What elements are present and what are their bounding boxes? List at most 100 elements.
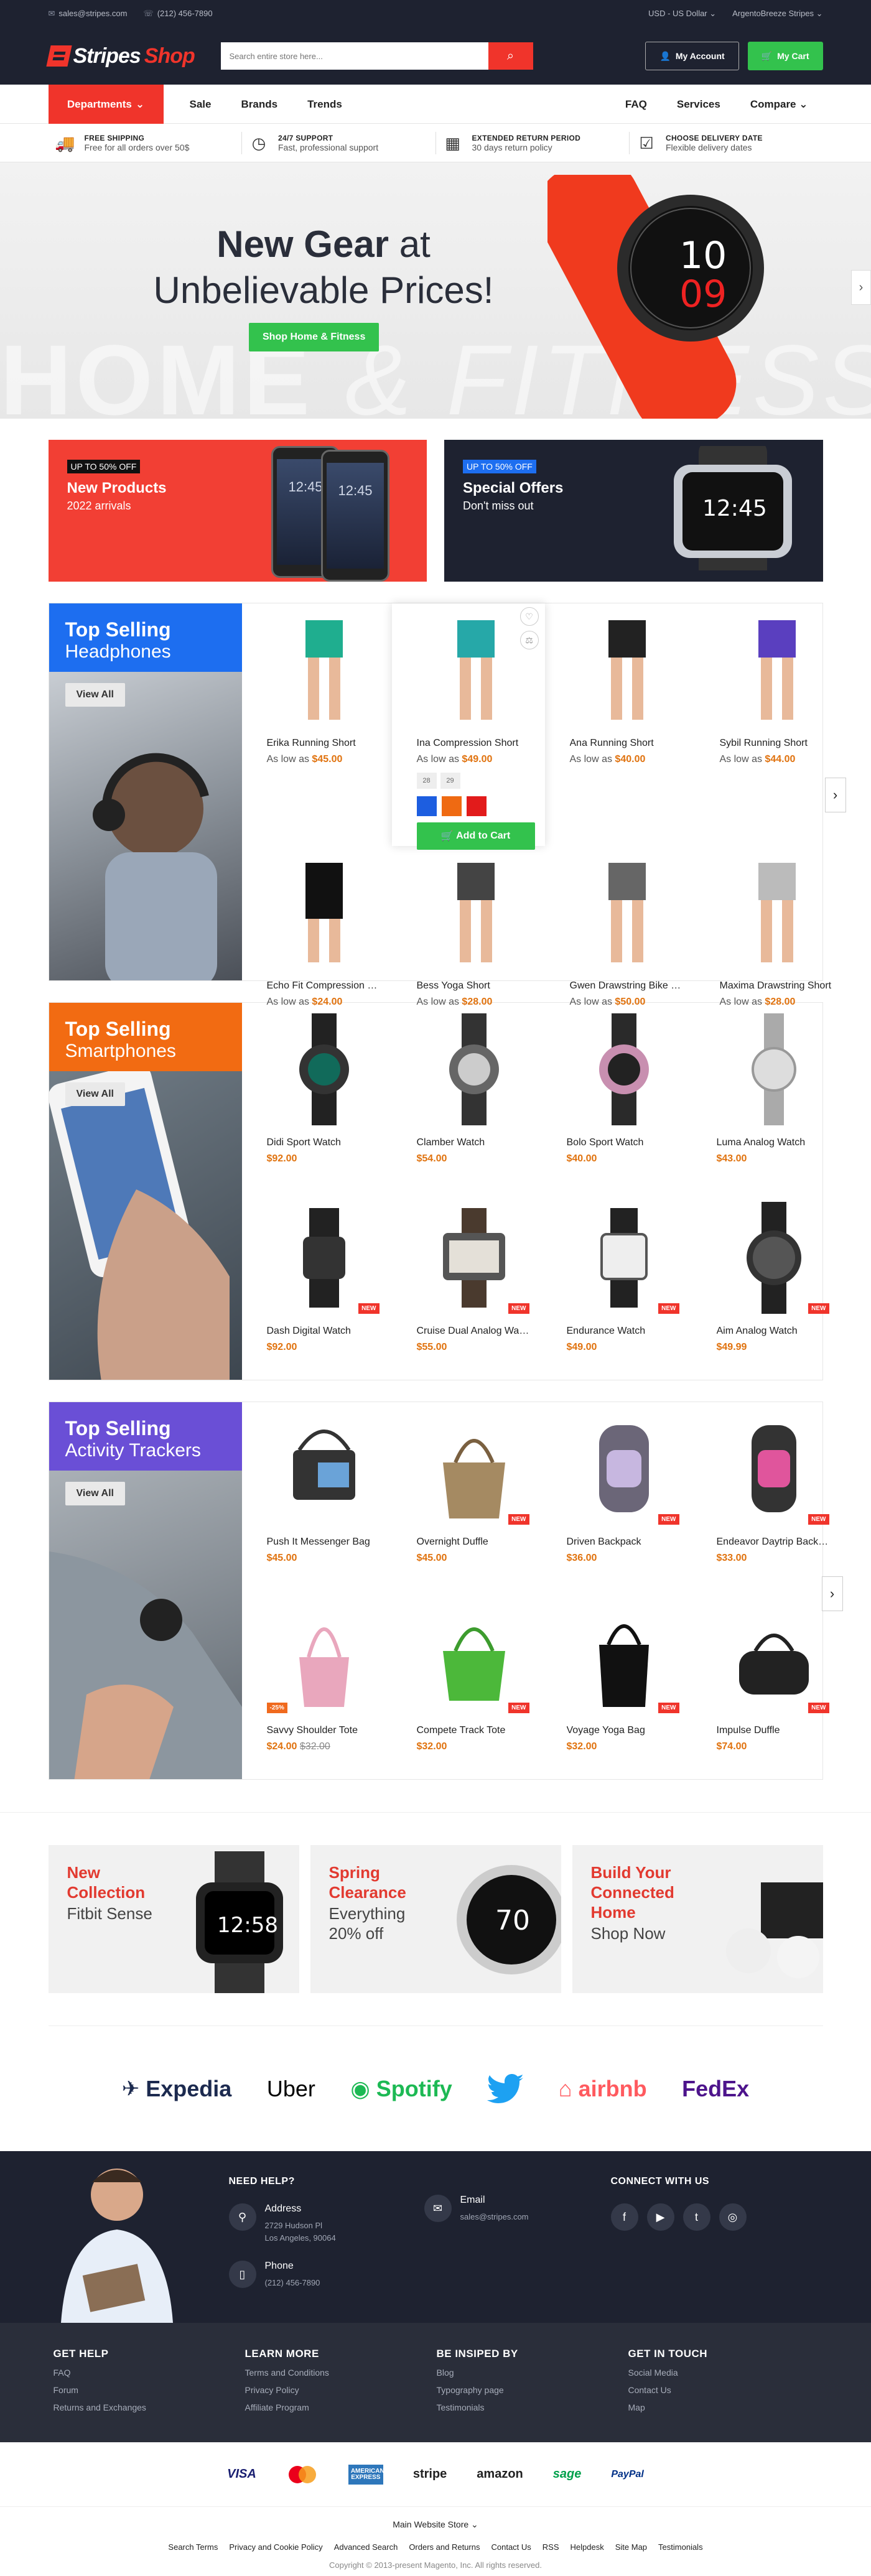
product-card[interactable]: NEW Endeavor Daytrip Backpack $33.00 [692, 1402, 842, 1591]
product-name[interactable]: Dash Digital Watch [267, 1326, 382, 1337]
topbar-email-link[interactable]: ✉ sales@stripes.com [49, 9, 128, 19]
product-card[interactable]: Erika Running Short As low as $45.00 [242, 603, 392, 846]
product-card[interactable]: Push It Messenger Bag $45.00 [242, 1402, 392, 1591]
currency-switcher[interactable]: USD - US Dollar ⌄ [648, 9, 716, 19]
bottom-link[interactable]: Search Terms [168, 2542, 218, 2552]
color-option-blue[interactable] [416, 796, 437, 816]
product-name[interactable]: Overnight Duffle [417, 1537, 532, 1548]
bottom-link[interactable]: RSS [543, 2542, 559, 2552]
store-switcher[interactable]: ArgentoBreeze Stripes ⌄ [732, 9, 822, 19]
bottom-link[interactable]: Advanced Search [334, 2542, 398, 2552]
product-name[interactable]: Gwen Drawstring Bike Short [570, 980, 685, 992]
footer-link[interactable]: FAQ [54, 2368, 240, 2378]
hero-next-arrow[interactable]: › [851, 270, 871, 305]
nav-link-trends[interactable]: Trends [292, 98, 357, 111]
nav-link-services[interactable]: Services [662, 98, 735, 111]
product-card[interactable]: NEW Dash Digital Watch $92.00 [242, 1191, 392, 1380]
product-card[interactable]: NEW Endurance Watch $49.00 [542, 1191, 692, 1380]
product-name[interactable]: Ina Compression Short [417, 738, 532, 749]
product-card[interactable]: Echo Fit Compression Short As low as $24.… [242, 846, 392, 1008]
product-name[interactable]: Ana Running Short [570, 738, 685, 749]
product-card[interactable]: Ana Running Short As low as $40.00 [545, 603, 695, 846]
view-all-button[interactable]: View All [65, 1082, 125, 1106]
brand-uber-logo[interactable]: Uber [267, 2076, 315, 2102]
product-name[interactable]: Impulse Duffle [717, 1725, 832, 1736]
product-card-hovered[interactable]: Ina Compression Short As low as $49.00 28… [391, 603, 545, 850]
departments-menu[interactable]: Departments ⌄ [48, 85, 164, 124]
product-card[interactable]: NEW Aim Analog Watch $49.99 [692, 1191, 842, 1380]
grid-next-arrow[interactable]: › [824, 778, 846, 812]
product-card[interactable]: NEW Voyage Yoga Bag $32.00 [542, 1591, 692, 1779]
brand-fedex-logo[interactable]: FedEx [682, 2076, 749, 2102]
product-name[interactable]: Push It Messenger Bag [267, 1537, 382, 1548]
topbar-phone-link[interactable]: ☏ (212) 456-7890 [143, 9, 212, 19]
product-name[interactable]: Maxima Drawstring Short [720, 980, 835, 992]
twitter-icon[interactable]: t [682, 2203, 710, 2231]
nav-link-sale[interactable]: Sale [175, 98, 226, 111]
grid-next-arrow[interactable]: › [821, 1576, 843, 1611]
footer-link[interactable]: Typography page [437, 2385, 623, 2395]
footer-link[interactable]: Affiliate Program [245, 2402, 432, 2412]
heart-icon[interactable]: ♡ [519, 607, 539, 626]
product-name[interactable]: Didi Sport Watch [267, 1137, 382, 1148]
promo-new-products[interactable]: UP TO 50% OFF New Products 2022 arrivals… [48, 440, 427, 582]
product-name[interactable]: Bolo Sport Watch [567, 1137, 682, 1148]
footer-link[interactable]: Forum [54, 2385, 240, 2395]
search-input[interactable] [220, 42, 488, 70]
product-name[interactable]: Endurance Watch [567, 1326, 682, 1337]
banner-spring-clearance[interactable]: Spring Clearance Everything 20% off 70 [310, 1845, 561, 1993]
product-name[interactable]: Driven Backpack [567, 1537, 682, 1548]
product-card[interactable]: NEW Impulse Duffle $74.00 [692, 1591, 842, 1779]
product-card[interactable]: -25% Savvy Shoulder Tote $24.00 $32.00 [242, 1591, 392, 1779]
product-name[interactable]: Savvy Shoulder Tote [267, 1725, 382, 1736]
product-card[interactable]: Gwen Drawstring Bike Short As low as $50.… [545, 846, 695, 1008]
product-name[interactable]: Endeavor Daytrip Backpack [717, 1537, 832, 1548]
product-name[interactable]: Erika Running Short [267, 738, 382, 749]
product-name[interactable]: Voyage Yoga Bag [567, 1725, 682, 1736]
view-all-button[interactable]: View All [65, 683, 125, 707]
instagram-icon[interactable]: ◎ [719, 2203, 747, 2231]
brand-expedia-logo[interactable]: ✈ Expedia [122, 2076, 232, 2102]
product-card[interactable]: Didi Sport Watch $92.00 [242, 1003, 392, 1191]
nav-link-brands[interactable]: Brands [226, 98, 292, 111]
color-option-red[interactable] [466, 796, 487, 816]
bottom-link[interactable]: Site Map [615, 2542, 647, 2552]
view-all-button[interactable]: View All [65, 1482, 125, 1505]
promo-special-offers[interactable]: UP TO 50% OFF Special Offers Don't miss … [444, 440, 823, 582]
product-name[interactable]: Compete Track Tote [417, 1725, 532, 1736]
product-card[interactable]: Bolo Sport Watch $40.00 [542, 1003, 692, 1191]
footer-link[interactable]: Map [628, 2402, 815, 2412]
bottom-link[interactable]: Privacy and Cookie Policy [229, 2542, 322, 2552]
footer-link[interactable]: Contact Us [628, 2385, 815, 2395]
footer-link[interactable]: Testimonials [437, 2402, 623, 2412]
product-name[interactable]: Sybil Running Short [720, 738, 835, 749]
product-name[interactable]: Clamber Watch [417, 1137, 532, 1148]
product-name[interactable]: Luma Analog Watch [717, 1137, 832, 1148]
product-card[interactable]: Maxima Drawstring Short As low as $28.00 [695, 846, 845, 1008]
bottom-link[interactable]: Helpdesk [571, 2542, 604, 2552]
nav-link-faq[interactable]: FAQ [610, 98, 662, 111]
product-card[interactable]: NEW Compete Track Tote $32.00 [392, 1591, 542, 1779]
product-name[interactable]: Bess Yoga Short [417, 980, 532, 992]
product-card[interactable]: Sybil Running Short As low as $44.00 [695, 603, 845, 846]
bottom-link[interactable]: Contact Us [491, 2542, 531, 2552]
logo[interactable]: Stripes Shop [45, 44, 221, 68]
size-option[interactable]: 29 [440, 773, 460, 789]
bottom-link[interactable]: Orders and Returns [409, 2542, 480, 2552]
product-card[interactable]: Bess Yoga Short As low as $28.00 [392, 846, 545, 1008]
banner-connected-home[interactable]: Build Your Connected Home Shop Now [572, 1845, 823, 1993]
email-value[interactable]: sales@stripes.com [460, 2211, 529, 2223]
add-to-cart-button[interactable]: 🛒 Add to Cart [416, 822, 535, 850]
footer-link[interactable]: Social Media [628, 2368, 815, 2378]
product-name[interactable]: Cruise Dual Analog Watch [417, 1326, 532, 1337]
product-card[interactable]: Luma Analog Watch $43.00 [692, 1003, 842, 1191]
product-card[interactable]: Clamber Watch $54.00 [392, 1003, 542, 1191]
product-name[interactable]: Aim Analog Watch [717, 1326, 832, 1337]
color-option-orange[interactable] [441, 796, 462, 816]
footer-link[interactable]: Terms and Conditions [245, 2368, 432, 2378]
size-option[interactable]: 28 [416, 773, 437, 789]
brand-spotify-logo[interactable]: ◉ Spotify [350, 2076, 452, 2102]
banner-new-collection[interactable]: New Collection Fitbit Sense 12:58 [48, 1845, 299, 1993]
facebook-icon[interactable]: f [610, 2203, 638, 2231]
footer-link[interactable]: Blog [437, 2368, 623, 2378]
